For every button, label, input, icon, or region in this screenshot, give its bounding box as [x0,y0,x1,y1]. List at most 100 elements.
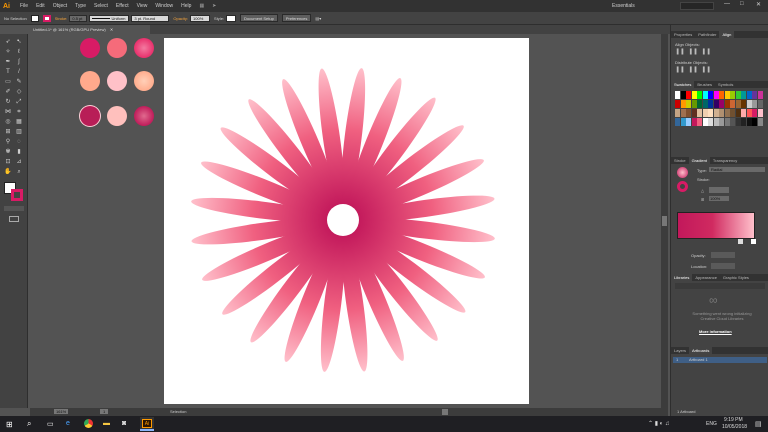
artboard-tool-icon[interactable]: ⊡ [4,158,12,166]
swatch-cell[interactable] [713,109,719,117]
gradient-stop-end[interactable] [751,239,756,244]
color-swatch-circle[interactable] [107,106,127,126]
swatch-cell[interactable] [730,91,735,99]
width-tool-icon[interactable]: ⋈ [4,108,12,116]
zoom-tool-icon[interactable]: ⌕ [15,168,23,176]
color-swatch-circle[interactable] [80,71,100,91]
swatch-cell[interactable] [713,100,719,108]
gradient-preview-swatch[interactable] [677,167,688,178]
vertical-scroll-thumb[interactable] [662,216,667,226]
swatch-cell[interactable] [691,100,697,108]
color-swatch-circle[interactable] [107,71,127,91]
bridge-icon[interactable]: ▦ [195,3,208,9]
send-icon[interactable]: ➤ [208,3,220,9]
swatch-cell[interactable] [724,91,730,99]
gradient-angle-field[interactable] [709,187,729,193]
swatch-cell[interactable] [680,91,686,99]
swatch-cell[interactable] [746,91,752,99]
scale-tool-icon[interactable]: ⤢ [15,98,23,106]
swatch-cell[interactable] [752,91,757,99]
gradient-type-select[interactable]: Radial [709,167,765,172]
swatch-cell[interactable] [691,91,697,99]
type-tool-icon[interactable]: T [4,68,12,76]
menu-window[interactable]: Window [151,3,177,9]
swatch-cell[interactable] [680,100,686,108]
graph-tool-icon[interactable]: ▮ [15,148,23,156]
swatch-cell[interactable] [680,109,686,117]
swatch-cell[interactable] [741,100,746,108]
color-swatch-circle[interactable] [80,38,100,58]
zoom-level-field[interactable]: 161% [54,409,69,414]
stroke-weight-field[interactable]: 0.5 pt [69,14,88,22]
opacity-field[interactable]: 100% [190,14,211,22]
close-window-button[interactable]: ✕ [756,1,761,8]
blend-tool-icon[interactable]: ◌ [15,138,23,146]
opacity-label[interactable]: Opacity: [173,16,188,21]
line-tool-icon[interactable]: / [15,68,23,76]
swatch-cell[interactable] [724,118,730,126]
tab-artboards[interactable]: Artboards [689,347,713,354]
swatch-cell[interactable] [697,100,702,108]
swatch-cell[interactable] [746,100,752,108]
tab-properties[interactable]: Properties [671,32,695,37]
swatch-cell[interactable] [757,118,763,126]
align-buttons-icon[interactable]: ▐▌▐▌▐▌ [675,49,735,55]
location-stop-field[interactable] [711,263,735,269]
swatch-cell[interactable] [735,118,741,126]
swatch-cell[interactable] [719,91,724,99]
tab-brushes[interactable]: Brushes [694,82,715,87]
draw-mode-icon[interactable] [4,206,24,211]
swatch-cell[interactable] [708,109,713,117]
swatch-cell[interactable] [708,91,713,99]
fill-swatch[interactable] [30,14,39,22]
notifications-icon[interactable]: ▤ [755,420,762,428]
system-tray-icons[interactable]: ⌃ ▮ ◐ ♫ [648,420,669,427]
edge-icon[interactable]: e [66,420,70,427]
tab-transparency[interactable]: Transparency [710,158,740,163]
swatch-cell[interactable] [713,118,719,126]
swatch-cell[interactable] [741,91,746,99]
file-explorer-icon[interactable]: ▬ [103,420,110,427]
more-information-link[interactable]: More information [699,329,732,334]
swatch-cell[interactable] [752,109,757,117]
rectangle-tool-icon[interactable]: ▭ [4,78,12,86]
menu-help[interactable]: Help [177,3,195,9]
eraser-tool-icon[interactable]: ◇ [15,88,23,96]
swatch-cell[interactable] [724,100,730,108]
menu-view[interactable]: View [133,3,152,9]
color-swatch-circle[interactable] [134,38,154,58]
tab-libraries[interactable]: Libraries [671,274,693,281]
search-icon[interactable]: ⌕ [27,419,31,429]
direct-selection-tool-icon[interactable]: ➷ [15,38,23,46]
curvature-tool-icon[interactable]: ∫ [15,58,23,66]
swatch-cell[interactable] [691,118,697,126]
tab-swatches[interactable]: Swatches [671,81,695,88]
swatch-cell[interactable] [675,91,680,99]
eyedropper-icon[interactable]: ⚲ [4,138,12,146]
gradient-aspect-field[interactable]: 100% [709,196,729,201]
swatch-cell[interactable] [752,100,757,108]
maximize-button[interactable]: □ [740,1,744,7]
arrange-documents-icon[interactable]: ▤▾ [315,16,321,21]
swatch-cell[interactable] [702,109,708,117]
swatch-cell[interactable] [752,118,757,126]
windows-start-icon[interactable]: ⊞ [6,420,13,429]
swatch-cell[interactable] [713,91,719,99]
tab-pathfinder[interactable]: Pathfinder [695,32,719,37]
menu-effect[interactable]: Effect [112,3,133,9]
swatch-cell[interactable] [675,109,680,117]
swatch-cell[interactable] [697,109,702,117]
mesh-tool-icon[interactable]: ⊞ [4,128,12,136]
swatch-cell[interactable] [702,118,708,126]
pen-tool-icon[interactable]: ✒ [4,58,12,66]
gradient-flower-artwork[interactable] [164,38,529,404]
symbol-sprayer-icon[interactable]: ✾ [4,148,12,156]
swatch-cell[interactable] [741,118,746,126]
artboard-list-item[interactable]: 1 Artboard 1 [673,357,767,363]
variable-width-profile[interactable]: Uniform [89,14,130,22]
tab-align[interactable]: Align [719,31,735,38]
artboard-nav-field[interactable]: 1 [100,409,109,414]
style-swatch[interactable] [226,14,237,22]
selection-tool-icon[interactable]: ➶ [4,38,12,46]
slice-tool-icon[interactable]: ⊿ [15,158,23,166]
